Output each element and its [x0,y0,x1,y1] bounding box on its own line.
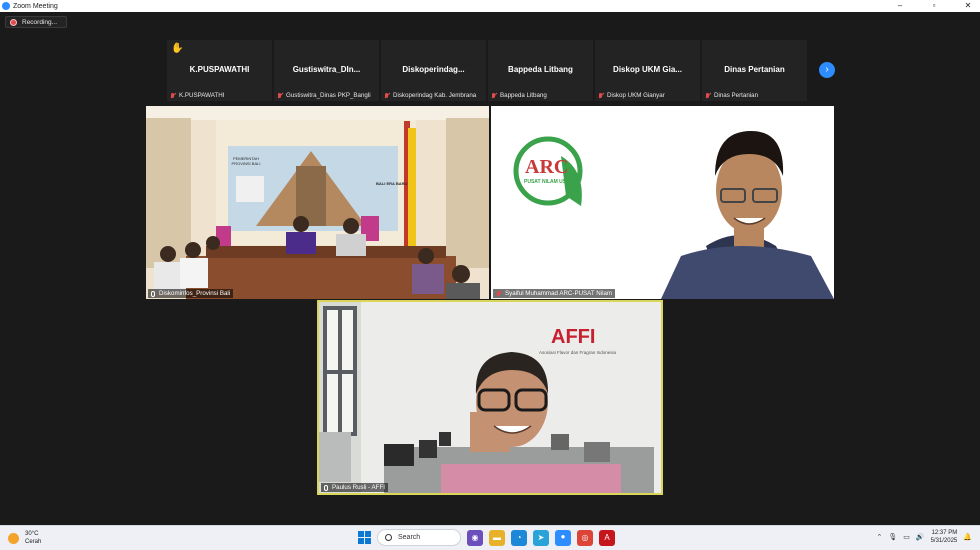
video-label-text: Diskominfos_Provinsi Bali [159,290,231,297]
maximize-button[interactable]: ▫ [928,0,940,12]
mic-muted-icon [277,92,283,99]
mic-muted-icon [598,92,604,99]
volume-icon[interactable]: 🔊 [916,533,925,541]
affi-logo: AFFI [551,326,596,348]
video-label: Diskominfos_Provinsi Bali [148,289,234,298]
participant-name: Dinas Pertanian [724,65,785,74]
participant-label: K.PUSPAWATHI [179,92,225,99]
chrome-icon[interactable]: ◎ [577,529,593,546]
recording-label: Recording... [22,18,58,26]
title-bar: Zoom Meeting – ▫ ✕ [0,0,980,12]
participant-tile[interactable]: Gustiswitra_DIn... Gustiswitra_Dinas PKP… [274,40,379,101]
file-explorer-icon[interactable]: ▬ [489,529,505,546]
participant-name: K.PUSPAWATHI [189,65,250,74]
mic-muted-icon [384,92,390,99]
weather-widget[interactable]: 30°C Cerah [8,530,41,546]
video-label: Paulus Rusli - AFFI [321,483,388,492]
participant-label: Diskoperindag Kab. Jembrana [393,92,477,99]
chevron-up-icon[interactable]: ⌃ [876,533,882,541]
participant-name: Diskoperindag... [402,65,465,74]
network-icon[interactable]: ▭ [903,533,910,541]
participant-strip: ✋ K.PUSPAWATHI K.PUSPAWATHI Gustiswitra_… [167,40,807,101]
taskbar-apps: Search ◉ ▬ ◔ ➤ ● ◎ A [358,529,615,546]
participant-name: Bappeda Litbang [508,65,573,74]
mic-icon [151,290,155,297]
participant-label: Bappeda Litbang [500,92,547,99]
mic-muted-icon [705,92,711,99]
telegram-icon[interactable]: ➤ [533,529,549,546]
participant-tile[interactable]: ✋ K.PUSPAWATHI K.PUSPAWATHI [167,40,272,101]
participant-name: Diskop UKM Gia... [613,65,682,74]
participant-name: Gustiswitra_DIn... [292,65,361,74]
minimize-button[interactable]: – [894,0,906,12]
window-title: Zoom Meeting [13,2,58,10]
participant-tile[interactable]: Bappeda Litbang Bappeda Litbang [488,40,593,101]
edge-icon[interactable]: ◔ [511,529,527,546]
recording-icon [10,18,17,26]
search-icon [385,534,392,541]
close-button[interactable]: ✕ [962,0,974,12]
backdrop-text: PEMERINTAH PROVINSI BALI [231,156,261,166]
participant-label: Gustiswitra_Dinas PKP_Bangli [286,92,371,99]
recording-indicator[interactable]: Recording... [5,16,67,28]
system-tray: ⌃ 🎙 ▭ 🔊 12:37 PM 5/31/2025 🔔 [876,529,972,545]
participant-tile[interactable]: Diskoperindag... Diskoperindag Kab. Jemb… [381,40,486,101]
raised-hand-icon: ✋ [171,43,184,54]
weather-temperature: 30°C [25,531,39,537]
zoom-taskbar-icon[interactable]: ● [555,529,571,546]
microphone-icon[interactable]: 🎙 [888,533,897,541]
participant-label: Diskop UKM Gianyar [607,92,665,99]
participant-tile[interactable]: Diskop UKM Gia... Diskop UKM Gianyar [595,40,700,101]
mic-icon [324,484,328,491]
clock-date: 5/31/2025 [930,538,958,544]
participant-tile[interactable]: Dinas Pertanian Dinas Pertanian [702,40,807,101]
participant-label: Dinas Pertanian [714,92,759,99]
affi-logo-subtitle: Asosiasi Flavor dan Fragran Indonesia [539,350,617,355]
mic-muted-icon [491,92,497,99]
sun-icon [8,532,19,544]
taskbar-clock[interactable]: 12:37 PM 5/31/2025 [931,529,958,545]
video-label-text: Paulus Rusli - AFFI [332,484,385,491]
video-label-text: Syaiful Muhammad ARC-PUSAT Nilam [505,290,613,297]
video-label: Syaiful Muhammad ARC-PUSAT Nilam [493,289,616,298]
notification-bell-icon[interactable]: 🔔 [963,533,972,541]
windows-taskbar: 30°C Cerah Search ◉ ▬ ◔ ➤ ● ◎ A ⌃ 🎙 ▭ 🔊 … [0,525,980,550]
mic-muted-icon [170,92,176,99]
weather-condition: Cerah [25,539,42,545]
video-tile-affi-active-speaker[interactable]: AFFI Asosiasi Flavor dan Fragran Indones… [317,300,663,495]
search-label: Search [398,534,421,541]
arc-logo: ARC [525,156,569,178]
video-tile-arc[interactable]: ARC PUSAT NILAM USK Syaiful Muhammad ARC… [491,106,834,299]
window-controls: – ▫ ✕ [894,0,974,12]
zoom-app-icon [2,2,10,10]
banner-text: BALI ERA BARU [376,181,408,186]
start-button[interactable] [358,531,371,544]
next-page-button[interactable]: › [819,62,835,78]
video-tile-diskominfos[interactable]: PEMERINTAH PROVINSI BALI BALI ERA BARU D… [146,106,489,299]
acrobat-icon[interactable]: A [599,529,615,546]
arc-logo-subtitle: PUSAT NILAM USK [524,179,570,185]
arc-presenter-scene [491,106,834,299]
conference-room-scene [146,106,489,299]
affi-speaker-scene [319,302,661,493]
mic-muted-icon [496,290,502,297]
teams-icon[interactable]: ◉ [467,529,483,546]
clock-time: 12:37 PM [931,530,958,536]
taskbar-search[interactable]: Search [377,529,461,546]
